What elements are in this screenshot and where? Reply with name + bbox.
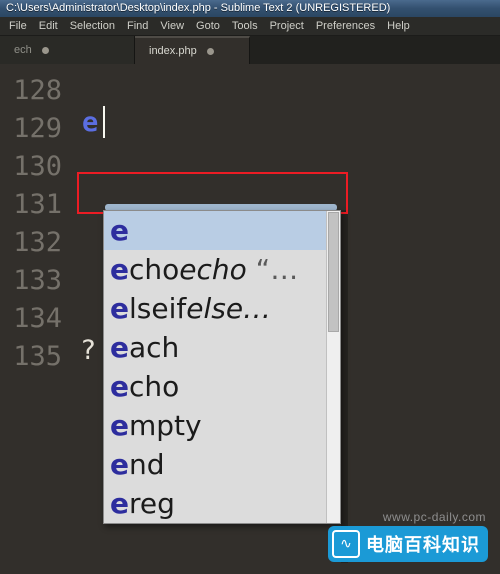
match-prefix: e (110, 409, 129, 442)
item-italic: echo (179, 253, 247, 286)
typed-text: e (82, 107, 99, 138)
monitor-icon: ∿ (332, 530, 360, 558)
watermark: www.pc-daily.com ∿ 电脑百科知识 (264, 510, 494, 570)
autocomplete-item-empty[interactable]: empty (104, 406, 340, 445)
item-tail: “… (246, 253, 299, 286)
item-rest: lseif (129, 292, 187, 325)
monitor-wave-glyph: ∿ (340, 536, 352, 552)
line-number: 128 (13, 75, 62, 106)
menu-item-tools[interactable]: Tools (226, 17, 264, 36)
menu-item-find[interactable]: Find (121, 17, 154, 36)
menu-item-file[interactable]: File (3, 17, 33, 36)
line-number: 129 (13, 113, 62, 144)
watermark-url: www.pc-daily.com (382, 510, 486, 524)
editor-area[interactable]: 128 129 130 131 132 133 134 135 e ? e ec… (0, 64, 500, 574)
tab-bar: ech index.php (0, 36, 500, 65)
match-prefix: e (110, 214, 129, 247)
line-number-gutter: 128 129 130 131 132 133 134 135 (0, 64, 72, 574)
match-prefix: e (110, 292, 129, 325)
match-prefix: e (110, 487, 129, 520)
item-rest: ach (129, 331, 180, 364)
watermark-badge: ∿ 电脑百科知识 (328, 526, 488, 562)
line-number: 130 (13, 151, 62, 182)
item-rest: reg (129, 487, 175, 520)
item-rest: cho (129, 370, 180, 403)
match-prefix: e (110, 253, 129, 286)
menu-bar: File Edit Selection Find View Goto Tools… (0, 17, 500, 36)
sublime-text-window: C:\Users\Administrator\Desktop\index.php… (0, 0, 500, 574)
window-title: C:\Users\Administrator\Desktop\index.php… (6, 2, 391, 14)
title-bar: C:\Users\Administrator\Desktop\index.php… (0, 0, 500, 18)
line-number: 133 (13, 265, 62, 296)
tab-index-php[interactable]: index.php (135, 36, 250, 64)
menu-item-project[interactable]: Project (264, 17, 310, 36)
menu-item-view[interactable]: View (154, 17, 190, 36)
item-rest: cho (129, 253, 180, 286)
menu-item-preferences[interactable]: Preferences (310, 17, 381, 36)
item-rest: mpty (129, 409, 202, 442)
scrollbar-thumb[interactable] (328, 212, 339, 332)
match-prefix: e (110, 331, 129, 364)
line-number: 132 (13, 227, 62, 258)
menu-item-help[interactable]: Help (381, 17, 416, 36)
item-italic: else… (186, 292, 272, 325)
item-rest: nd (129, 448, 165, 481)
menu-item-goto[interactable]: Goto (190, 17, 226, 36)
match-prefix: e (110, 448, 129, 481)
autocomplete-item-echo-snippet[interactable]: echoecho “… (104, 250, 340, 289)
tab-label: index.php (149, 45, 197, 57)
modified-dot-icon (206, 47, 214, 55)
autocomplete-item-e[interactable]: e (104, 211, 340, 250)
brand-text: 电脑百科知识 (366, 535, 480, 555)
autocomplete-item-each[interactable]: each (104, 328, 340, 367)
autocomplete-popup[interactable]: e echoecho “… elseifelse… each echo empt… (103, 210, 341, 524)
match-prefix: e (110, 370, 129, 403)
line-number: 131 (13, 189, 62, 220)
text-caret (103, 106, 105, 138)
line-number: 135 (13, 341, 62, 372)
tab-ech[interactable]: ech (0, 36, 135, 64)
autocomplete-scrollbar[interactable] (326, 211, 340, 523)
menu-item-selection[interactable]: Selection (64, 17, 121, 36)
autocomplete-item-echo[interactable]: echo (104, 367, 340, 406)
line-number: 134 (13, 303, 62, 334)
autocomplete-item-elseif[interactable]: elseifelse… (104, 289, 340, 328)
tab-label: ech (14, 44, 32, 56)
php-close-tag: ? (80, 335, 97, 366)
autocomplete-item-end[interactable]: end (104, 445, 340, 484)
brand-badge: ∿ 电脑百科知识 (328, 526, 488, 562)
menu-item-edit[interactable]: Edit (33, 17, 64, 36)
modified-dot-icon (41, 46, 49, 54)
